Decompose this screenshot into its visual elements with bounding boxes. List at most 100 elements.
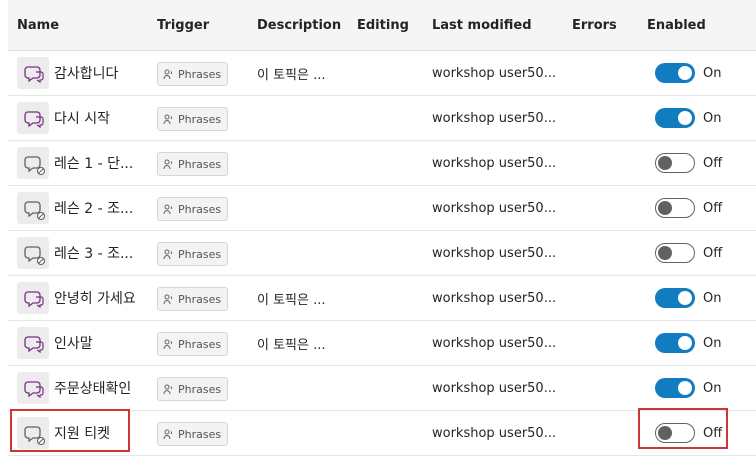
trigger-label: Phrases [178,292,222,306]
table-row[interactable]: 인사말 Phrases 이 토픽은 ... workshop user50... On [8,321,756,366]
phrases-icon [162,383,174,395]
toggle-knob [678,291,692,305]
phrases-icon [162,428,174,440]
chat-topic-icon [17,102,49,134]
toggle-knob [658,201,672,215]
topic-description: 이 토픽은 ... [257,337,326,353]
last-modified-by: workshop user50... [432,290,557,306]
toggle-knob [678,66,692,80]
chat-topic-icon [17,372,49,404]
toggle-knob [678,381,692,395]
table-row[interactable]: 레슨 3 - 조... Phrases workshop user50... Off [8,231,756,276]
enabled-state-label: On [703,380,722,396]
enabled-state-label: Off [703,200,723,216]
enabled-toggle[interactable] [655,63,695,83]
trigger-label: Phrases [178,67,222,81]
column-header-trigger[interactable]: Trigger [157,18,209,33]
table-row[interactable]: 레슨 1 - 단... Phrases workshop user50... Off [8,141,756,186]
trigger-badge: Phrases [157,242,229,266]
enabled-toggle[interactable] [655,423,695,443]
enabled-toggle[interactable] [655,108,695,128]
table-header: Name Trigger Description Editing Last mo… [8,0,756,51]
trigger-label: Phrases [178,247,222,261]
toggle-knob [678,336,692,350]
last-modified-by: workshop user50... [432,335,557,351]
enabled-state-label: On [703,65,722,81]
enabled-state-label: Off [703,245,723,261]
topic-name-link[interactable]: 안녕히 가세요 [54,276,136,320]
trigger-badge: Phrases [157,62,229,86]
chat-topic-disabled-icon [17,147,49,179]
phrases-icon [162,113,174,125]
last-modified-by: workshop user50... [432,425,557,441]
phrases-icon [162,158,174,170]
column-header-editing[interactable]: Editing [357,18,409,33]
phrases-icon [162,248,174,260]
phrases-icon [162,68,174,80]
column-header-enabled[interactable]: Enabled [647,18,706,33]
trigger-badge: Phrases [157,287,229,311]
enabled-toggle[interactable] [655,198,695,218]
topic-name-link[interactable]: 레슨 3 - 조... [54,231,133,275]
phrases-icon [162,293,174,305]
table-row[interactable]: 지원 티켓 Phrases workshop user50... Off [8,411,756,456]
table-row[interactable]: 주문상태확인 Phrases workshop user50... On [8,366,756,411]
enabled-toggle[interactable] [655,288,695,308]
topic-description: 이 토픽은 ... [257,292,326,308]
chat-topic-icon [17,57,49,89]
table-row[interactable]: 안녕히 가세요 Phrases 이 토픽은 ... workshop user50..… [8,276,756,321]
trigger-badge: Phrases [157,377,229,401]
trigger-badge: Phrases [157,197,229,221]
trigger-label: Phrases [178,427,222,441]
topic-name-link[interactable]: 감사합니다 [54,51,118,95]
enabled-state-label: On [703,335,722,351]
topic-name-link[interactable]: 인사말 [54,321,93,365]
toggle-knob [658,156,672,170]
last-modified-by: workshop user50... [432,155,557,171]
table-row[interactable]: 감사합니다 Phrases 이 토픽은 ... workshop user50... O… [8,51,756,96]
table-row[interactable]: 다시 시작 Phrases workshop user50... On [8,96,756,141]
topic-name-link[interactable]: 지원 티켓 [54,411,110,455]
chat-topic-icon [17,282,49,314]
last-modified-by: workshop user50... [432,200,557,216]
enabled-toggle[interactable] [655,153,695,173]
enabled-state-label: Off [703,425,723,441]
toggle-knob [658,246,672,260]
trigger-badge: Phrases [157,107,229,131]
topic-name-link[interactable]: 주문상태확인 [54,366,131,410]
enabled-toggle[interactable] [655,243,695,263]
topic-description: 이 토픽은 ... [257,67,326,83]
trigger-badge: Phrases [157,152,229,176]
column-header-name[interactable]: Name [17,18,59,33]
column-header-errors[interactable]: Errors [572,18,617,33]
enabled-state-label: Off [703,155,723,171]
trigger-label: Phrases [178,112,222,126]
enabled-state-label: On [703,110,722,126]
phrases-icon [162,338,174,350]
topic-name-link[interactable]: 레슨 1 - 단... [54,141,133,185]
enabled-toggle[interactable] [655,333,695,353]
trigger-label: Phrases [178,337,222,351]
trigger-badge: Phrases [157,332,229,356]
column-header-last-modified[interactable]: Last modified [432,18,532,33]
trigger-label: Phrases [178,202,222,216]
table-row[interactable]: 레슨 2 - 조... Phrases workshop user50... Off [8,186,756,231]
toggle-knob [678,111,692,125]
trigger-badge: Phrases [157,422,229,446]
enabled-state-label: On [703,290,722,306]
toggle-knob [658,426,672,440]
chat-topic-disabled-icon [17,417,49,449]
chat-topic-icon [17,327,49,359]
trigger-label: Phrases [178,382,222,396]
chat-topic-disabled-icon [17,192,49,224]
topics-table: Name Trigger Description Editing Last mo… [8,0,756,456]
topic-name-link[interactable]: 레슨 2 - 조... [54,186,133,230]
trigger-label: Phrases [178,157,222,171]
last-modified-by: workshop user50... [432,245,557,261]
column-header-description[interactable]: Description [257,18,341,33]
last-modified-by: workshop user50... [432,380,557,396]
chat-topic-disabled-icon [17,237,49,269]
topic-name-link[interactable]: 다시 시작 [54,96,110,140]
enabled-toggle[interactable] [655,378,695,398]
phrases-icon [162,203,174,215]
